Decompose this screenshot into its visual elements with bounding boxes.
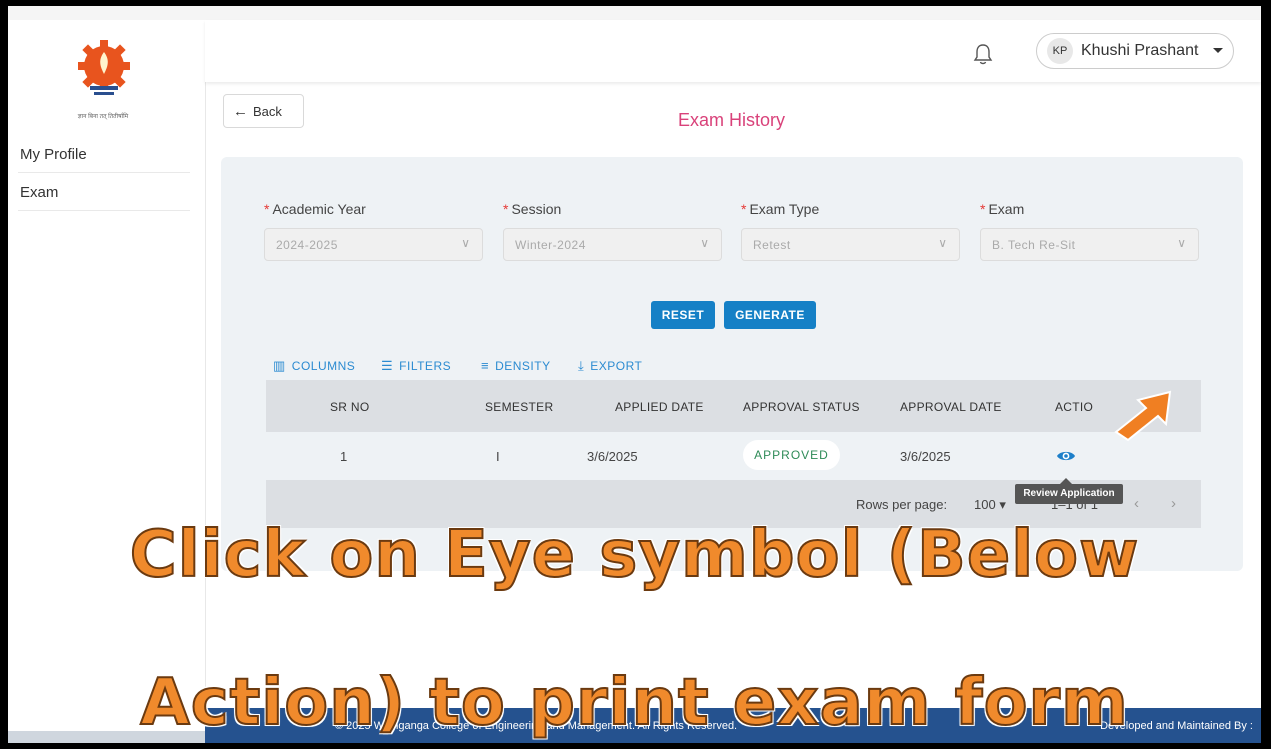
- exam-select[interactable]: B. Tech Re-Sit ∨: [980, 228, 1199, 261]
- pointer-arrow-icon: [1114, 390, 1172, 442]
- top-strip: [8, 6, 1261, 21]
- cell-applied-date: 3/6/2025: [587, 449, 638, 464]
- footer-copyright: © 2025 Wainganga College of Engineering …: [335, 720, 738, 732]
- user-name: Khushi Prashant: [1081, 42, 1199, 59]
- col-sr-no[interactable]: SR NO: [330, 400, 370, 414]
- col-approval-date[interactable]: APPROVAL DATE: [900, 400, 1002, 414]
- avatar: KP: [1047, 38, 1073, 64]
- session-label: * Session: [503, 201, 562, 217]
- status-badge: APPROVED: [743, 440, 840, 470]
- chevron-down-icon: ∨: [700, 236, 709, 250]
- filters-button[interactable]: ☰ FILTERS: [381, 358, 451, 374]
- arrow-left-icon: ←: [233, 103, 248, 120]
- export-icon: ⤓: [578, 358, 585, 373]
- app-window: ज्ञान बिना तत् तितीर्षामि My Profile Exa…: [8, 6, 1261, 743]
- taskbar-strip: [8, 731, 205, 743]
- sidebar: ज्ञान बिना तत् तितीर्षामि My Profile Exa…: [8, 20, 206, 743]
- footer: © 2025 Wainganga College of Engineering …: [205, 708, 1261, 743]
- col-applied-date[interactable]: APPLIED DATE: [615, 400, 704, 414]
- chevron-down-icon: ∨: [1177, 236, 1186, 250]
- cell-approval-date: 3/6/2025: [900, 449, 951, 464]
- rows-per-page-select[interactable]: 100 ▾: [974, 497, 1006, 513]
- session-select[interactable]: Winter-2024 ∨: [503, 228, 722, 261]
- back-button[interactable]: ← Back: [223, 94, 304, 128]
- page-title: Exam History: [678, 110, 786, 130]
- col-semester[interactable]: SEMESTER: [485, 400, 553, 414]
- user-menu[interactable]: KP Khushi Prashant: [1036, 33, 1234, 69]
- columns-icon: ▥: [273, 358, 286, 373]
- college-logo: [78, 40, 130, 95]
- chevron-right-icon[interactable]: ›: [1171, 495, 1176, 512]
- exam-label: * Exam: [980, 201, 1025, 217]
- cell-sr-no: 1: [340, 449, 348, 464]
- rows-per-page-label: Rows per page:: [856, 497, 948, 512]
- exam-type-label: * Exam Type: [741, 201, 820, 217]
- sidebar-item-my-profile[interactable]: My Profile: [18, 137, 190, 173]
- caret-down-icon: [1213, 48, 1223, 53]
- exam-type-select[interactable]: Retest ∨: [741, 228, 960, 261]
- chevron-down-icon: ∨: [461, 236, 470, 250]
- review-application-tooltip: Review Application: [1015, 484, 1123, 504]
- col-approval-status[interactable]: APPROVAL STATUS: [743, 400, 860, 414]
- academic-year-label: * Academic Year: [264, 201, 366, 217]
- chevron-left-icon[interactable]: ‹: [1134, 495, 1139, 512]
- notification-bell-icon[interactable]: [972, 42, 994, 66]
- generate-button[interactable]: GENERATE: [724, 301, 816, 329]
- top-header: KP Khushi Prashant: [205, 20, 1261, 82]
- density-button[interactable]: ≡ DENSITY: [481, 358, 551, 373]
- export-button[interactable]: ⤓ EXPORT: [578, 358, 642, 374]
- chevron-down-icon: ∨: [938, 236, 947, 250]
- density-icon: ≡: [481, 358, 490, 373]
- sidebar-item-exam[interactable]: Exam: [18, 175, 190, 211]
- reset-button[interactable]: RESET: [651, 301, 715, 329]
- back-label: Back: [253, 104, 282, 119]
- filter-icon: ☰: [381, 358, 394, 373]
- columns-button[interactable]: ▥ COLUMNS: [273, 358, 355, 374]
- logo-tagline: ज्ञान बिना तत् तितीर्षामि: [77, 114, 129, 120]
- cell-semester: I: [496, 449, 500, 464]
- academic-year-select[interactable]: 2024-2025 ∨: [264, 228, 483, 261]
- footer-credit: Developed and Maintained By :: [1100, 720, 1253, 732]
